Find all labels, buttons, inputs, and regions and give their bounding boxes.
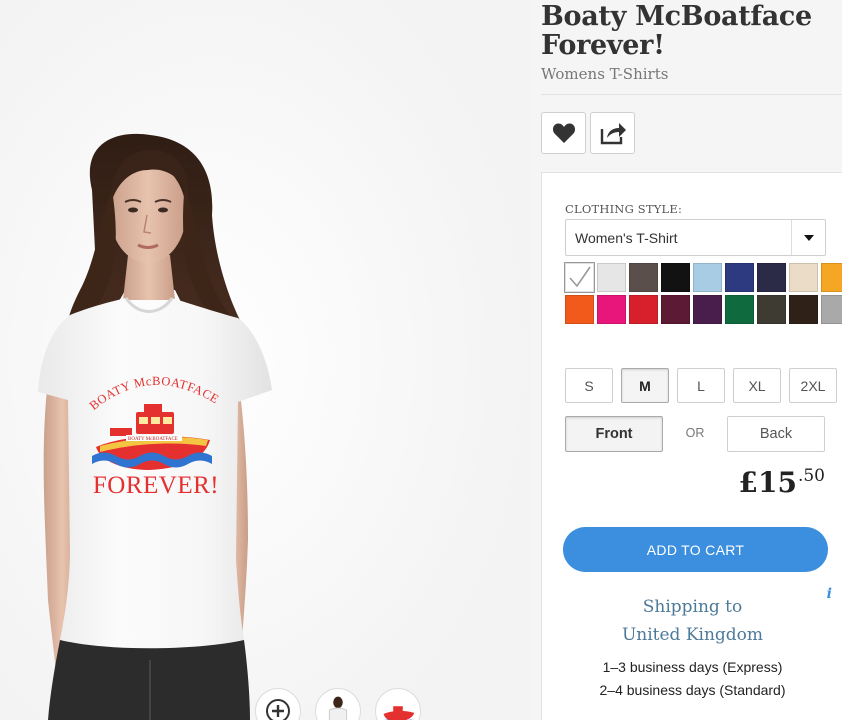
color-swatch[interactable] xyxy=(821,295,842,324)
product-image[interactable]: BOATY McBOATFACE BOATY McBOATFACE FOREVE… xyxy=(0,0,530,720)
zoom-in-icon[interactable] xyxy=(255,688,301,720)
size-option[interactable]: 2XL xyxy=(789,368,837,403)
design-thumbnail[interactable] xyxy=(375,688,421,720)
boat-text: BOATY McBOATFACE xyxy=(128,437,178,442)
front-option[interactable]: Front xyxy=(565,416,663,452)
product-info-panel: Boaty McBoatface Forever! Womens T-Shirt… xyxy=(541,0,842,720)
shipping-to-label: Shipping to xyxy=(642,597,743,617)
model-back-thumbnail[interactable] xyxy=(315,688,361,720)
clothing-style-value: Women's T-Shirt xyxy=(575,229,678,246)
product-category[interactable]: Womens T-Shirts xyxy=(541,65,842,83)
add-to-cart-button[interactable]: ADD TO CART xyxy=(563,527,828,572)
color-swatch[interactable] xyxy=(789,295,818,324)
share-icon xyxy=(600,123,626,145)
standard-delivery-time: 2–4 business days (Standard) xyxy=(599,682,786,698)
color-swatch[interactable] xyxy=(629,295,658,324)
favorite-button[interactable] xyxy=(541,112,586,154)
color-swatch[interactable] xyxy=(661,295,690,324)
back-option[interactable]: Back xyxy=(727,416,825,452)
color-swatch[interactable] xyxy=(661,263,690,292)
product-options-card: CLOTHING STYLE: Women's T-Shirt S M L XL 2XL… xyxy=(541,172,842,720)
product-title: Boaty McBoatface Forever! xyxy=(541,1,812,61)
print-side-options: Front OR Back xyxy=(565,416,826,452)
color-swatch[interactable] xyxy=(789,263,818,292)
model-wearing-tshirt: BOATY McBOATFACE BOATY McBOATFACE FOREVE… xyxy=(0,0,530,720)
product-actions xyxy=(541,112,635,154)
color-swatch[interactable] xyxy=(757,295,786,324)
color-swatch[interactable] xyxy=(565,295,594,324)
or-label: OR xyxy=(685,426,705,440)
color-swatches xyxy=(564,262,842,324)
caret-down-icon xyxy=(791,220,825,255)
size-options: S M L XL 2XL xyxy=(565,368,837,403)
color-swatch[interactable] xyxy=(693,295,722,324)
share-button[interactable] xyxy=(590,112,635,154)
thumbnail-strip xyxy=(255,688,421,720)
heart-icon xyxy=(552,123,575,143)
color-swatch[interactable] xyxy=(629,263,658,292)
color-swatch[interactable] xyxy=(693,263,722,292)
color-swatch[interactable] xyxy=(597,295,626,324)
checkmark-icon xyxy=(569,266,591,288)
divider xyxy=(541,94,842,95)
size-option[interactable]: L xyxy=(677,368,725,403)
color-swatch[interactable] xyxy=(821,263,842,292)
express-delivery-time: 1–3 business days (Express) xyxy=(602,659,783,675)
shipping-country-link[interactable]: United Kingdom xyxy=(542,625,842,645)
color-swatch[interactable] xyxy=(564,262,595,293)
color-swatch[interactable] xyxy=(597,263,626,292)
price: £15.50 xyxy=(739,466,826,499)
price-main: £15 xyxy=(738,466,797,499)
color-swatch[interactable] xyxy=(757,263,786,292)
color-swatch[interactable] xyxy=(725,295,754,324)
size-option[interactable]: XL xyxy=(733,368,781,403)
clothing-style-select[interactable]: Women's T-Shirt xyxy=(565,219,826,256)
size-option[interactable]: S xyxy=(565,368,613,403)
clothing-style-label: CLOTHING STYLE: xyxy=(565,202,683,216)
color-swatch[interactable] xyxy=(725,263,754,292)
print-bottom-text: FOREVER! xyxy=(93,472,219,499)
price-cents: .50 xyxy=(797,466,825,486)
size-option[interactable]: M xyxy=(621,368,669,403)
